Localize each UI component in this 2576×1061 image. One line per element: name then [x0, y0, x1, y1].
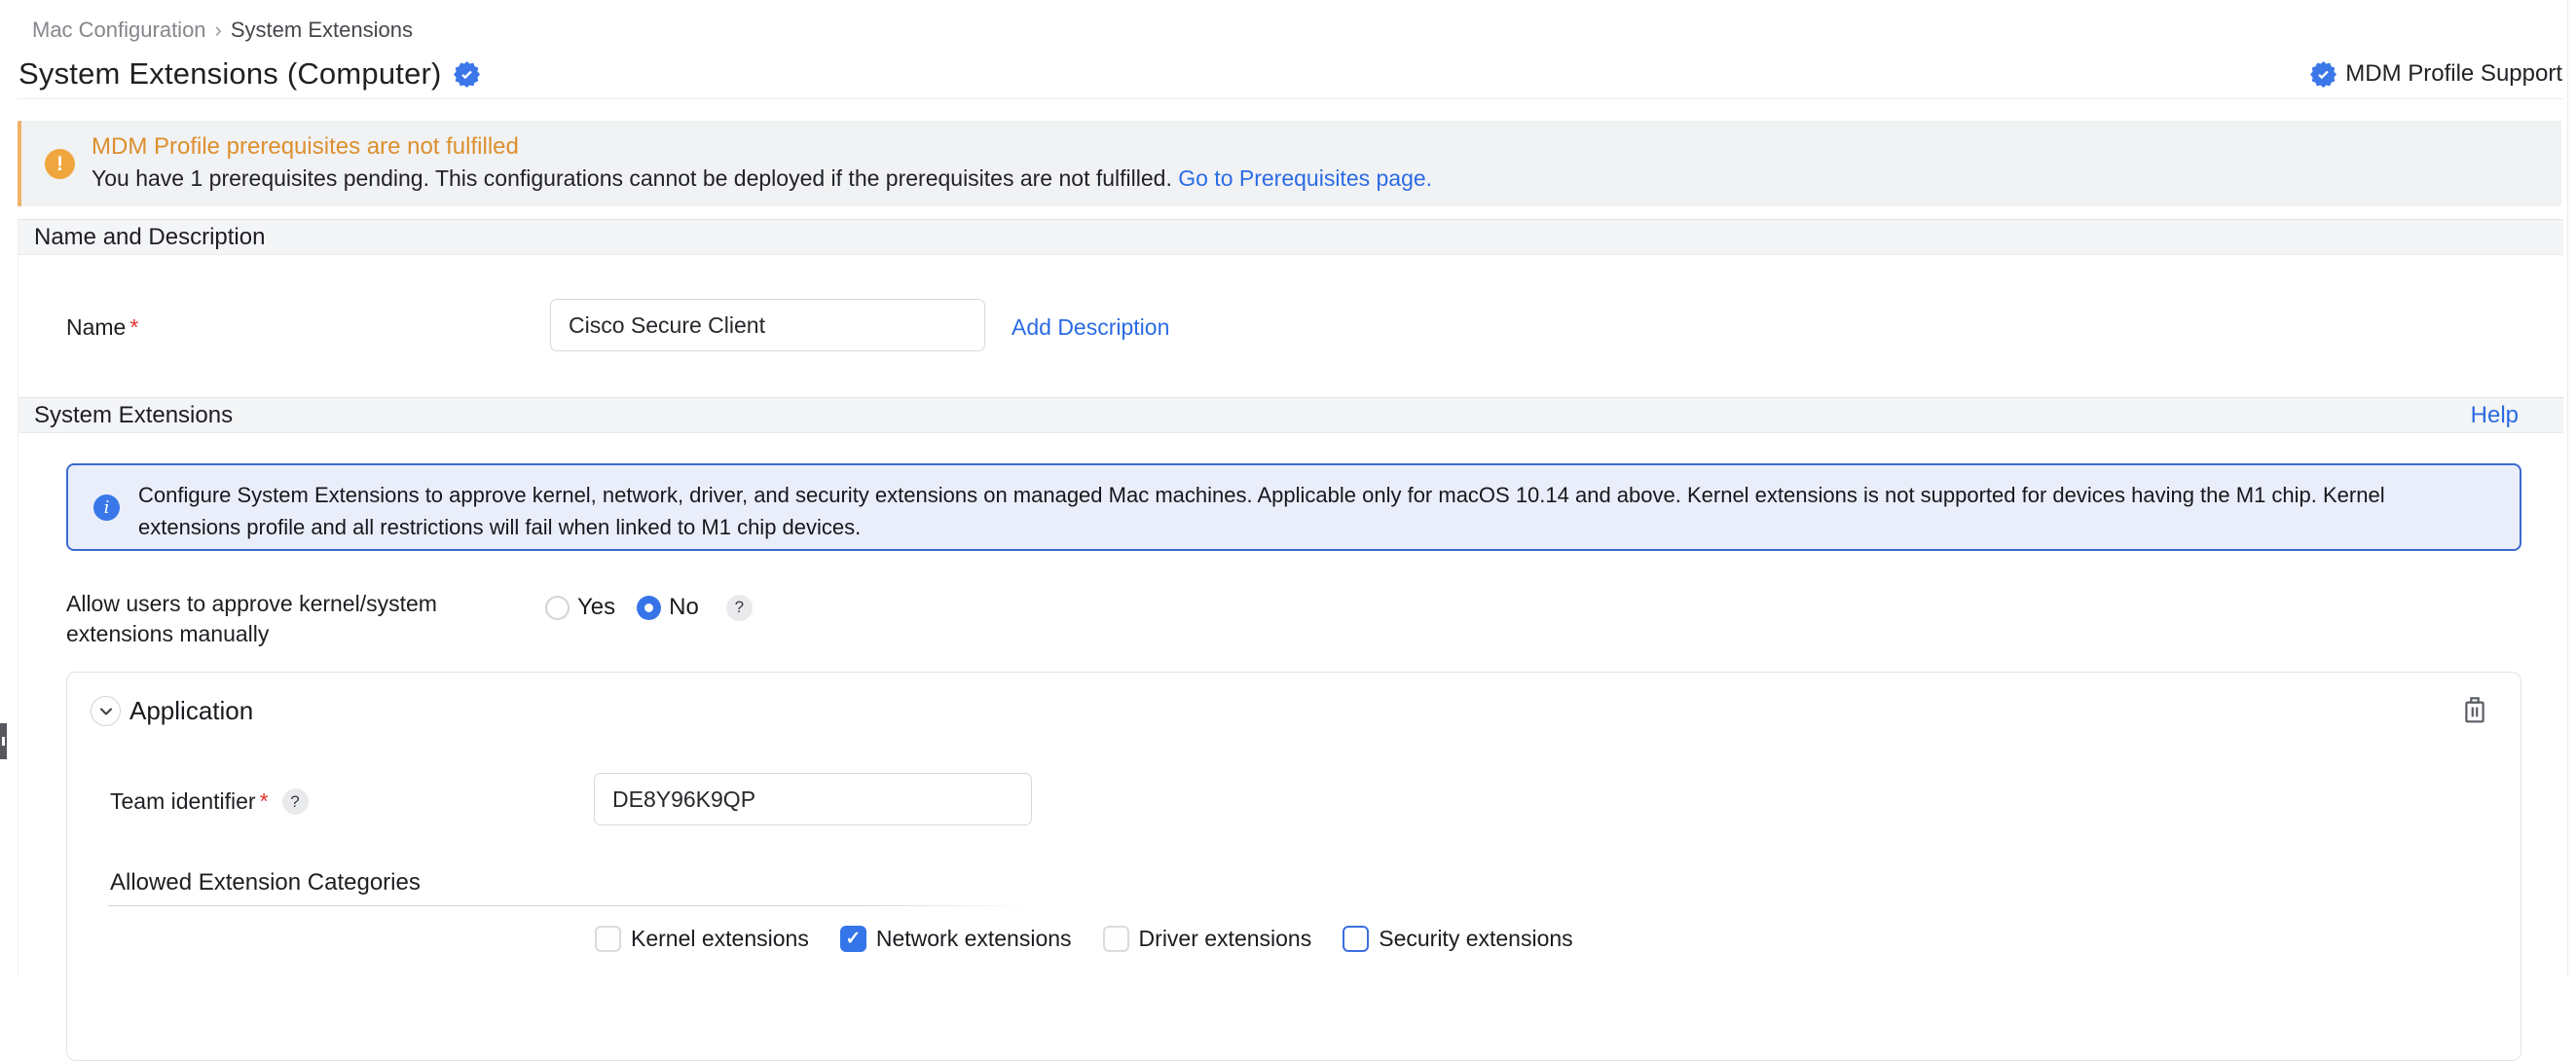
radio-no-label[interactable]: No [669, 594, 699, 621]
radio-option-no[interactable]: No [637, 594, 699, 621]
network-extensions-label[interactable]: Network extensions [876, 926, 1072, 952]
network-extensions-checkbox-icon[interactable]: ✓ [840, 926, 866, 952]
breadcrumb-mac-configuration[interactable]: Mac Configuration [32, 18, 206, 43]
alert-message: You have 1 prerequisites pending. This c… [92, 165, 1432, 192]
checkbox-security-extensions[interactable]: Security extensions [1343, 926, 1572, 952]
add-description-link[interactable]: Add Description [1012, 314, 1169, 341]
breadcrumb: Mac Configuration › System Extensions [32, 18, 413, 43]
header-divider [18, 98, 2563, 99]
driver-extensions-label[interactable]: Driver extensions [1139, 926, 1312, 952]
name-and-description-title: Name and Description [34, 224, 265, 251]
application-card-title: Application [129, 696, 253, 726]
handle-middle-segment [0, 735, 7, 748]
allow-users-radio-group: Yes No ? [545, 594, 753, 621]
warning-icon: ! [45, 149, 75, 179]
panel-collapse-handle[interactable] [0, 723, 7, 759]
radio-yes-circle-icon[interactable] [545, 596, 570, 620]
system-extensions-title: System Extensions [34, 402, 233, 429]
go-to-prerequisites-link[interactable]: Go to Prerequisites page. [1178, 165, 1432, 191]
section-name-and-description: Name and Description [18, 219, 2563, 255]
mdm-profile-seal-icon [2310, 61, 2337, 88]
security-extensions-label[interactable]: Security extensions [1379, 926, 1572, 952]
info-text: Configure System Extensions to approve k… [138, 479, 2484, 543]
name-input[interactable] [550, 299, 985, 351]
prerequisites-alert: ! MDM Profile prerequisites are not fulf… [18, 121, 2561, 206]
name-label: Name [66, 314, 126, 340]
alert-message-text: You have 1 prerequisites pending. This c… [92, 165, 1172, 191]
allow-users-label: Allow users to approve kernel/system ext… [66, 589, 499, 649]
mdm-configuration-page: Mac Configuration › System Extensions Sy… [0, 0, 2576, 977]
collapse-application-button[interactable] [91, 696, 121, 726]
page-title: System Extensions (Computer) [18, 56, 442, 91]
page-title-row: System Extensions (Computer) [18, 56, 480, 91]
name-required-marker: * [129, 314, 138, 340]
kernel-extensions-checkbox-icon[interactable]: ✓ [595, 926, 621, 952]
kernel-extensions-label[interactable]: Kernel extensions [631, 926, 809, 952]
radio-yes-label[interactable]: Yes [577, 594, 615, 621]
name-field-row: Name* [66, 314, 138, 341]
radio-no-circle-icon[interactable] [637, 596, 661, 620]
checkbox-kernel-extensions[interactable]: ✓ Kernel extensions [595, 926, 809, 952]
alert-title: MDM Profile prerequisites are not fulfil… [92, 133, 519, 161]
mdm-profile-support: MDM Profile Support [2310, 60, 2562, 88]
breadcrumb-system-extensions[interactable]: System Extensions [231, 18, 413, 43]
categories-divider [108, 905, 1033, 906]
allow-users-help-icon[interactable]: ? [726, 595, 753, 621]
delete-application-button[interactable] [2460, 694, 2489, 725]
mdm-profile-support-label: MDM Profile Support [2345, 60, 2562, 88]
extension-categories-checkbox-row: ✓ Kernel extensions ✓ Network extensions… [595, 926, 1573, 952]
driver-extensions-checkbox-icon[interactable]: ✓ [1103, 926, 1129, 952]
radio-option-yes[interactable]: Yes [545, 594, 615, 621]
trash-icon [2460, 694, 2489, 725]
team-identifier-row: Team identifier* ? [110, 788, 309, 815]
team-identifier-required-marker: * [260, 788, 269, 815]
checkbox-network-extensions[interactable]: ✓ Network extensions [840, 926, 1072, 952]
handle-bottom-segment [0, 748, 7, 759]
team-identifier-label: Team identifier [110, 788, 256, 815]
security-extensions-checkbox-icon[interactable] [1343, 926, 1369, 952]
chevron-down-icon [98, 704, 114, 719]
help-link[interactable]: Help [2471, 402, 2519, 429]
verified-seal-icon [454, 61, 480, 88]
section-system-extensions: System Extensions Help [18, 397, 2563, 433]
handle-top-segment [0, 723, 7, 735]
allowed-extension-categories-label: Allowed Extension Categories [110, 869, 421, 896]
info-icon: i [93, 494, 120, 521]
system-extensions-info-box: i Configure System Extensions to approve… [66, 463, 2521, 551]
breadcrumb-separator-icon: › [215, 18, 222, 43]
checkbox-driver-extensions[interactable]: ✓ Driver extensions [1103, 926, 1312, 952]
team-identifier-input[interactable] [594, 773, 1032, 825]
application-card: Application Team identifier* ? Allowed E… [66, 672, 2521, 1061]
team-identifier-help-icon[interactable]: ? [282, 788, 309, 815]
right-panel-edge [2567, 0, 2568, 977]
